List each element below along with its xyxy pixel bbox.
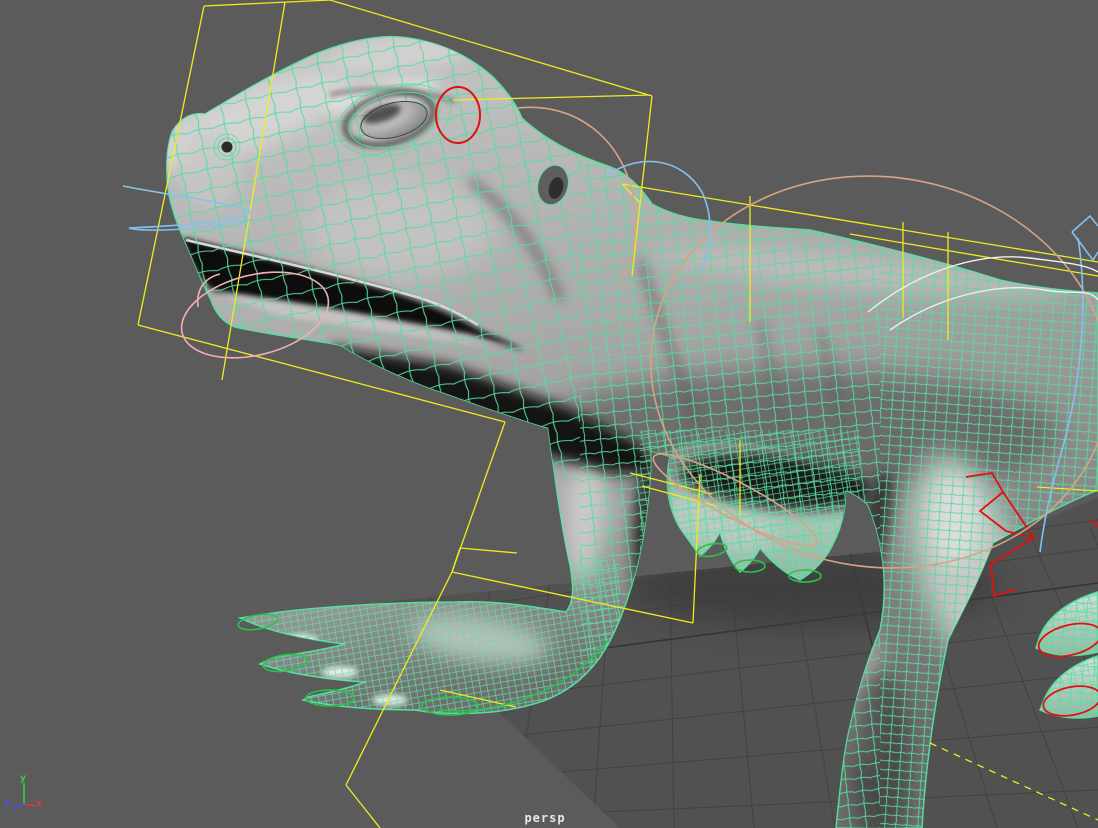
viewport-persp[interactable]: y x z persp xyxy=(0,0,1098,828)
nostril xyxy=(221,141,233,153)
y-axis-label: y xyxy=(20,773,26,784)
camera-label: persp xyxy=(524,811,565,825)
x-axis-label: x xyxy=(36,798,42,809)
z-axis-label: z xyxy=(4,798,10,809)
